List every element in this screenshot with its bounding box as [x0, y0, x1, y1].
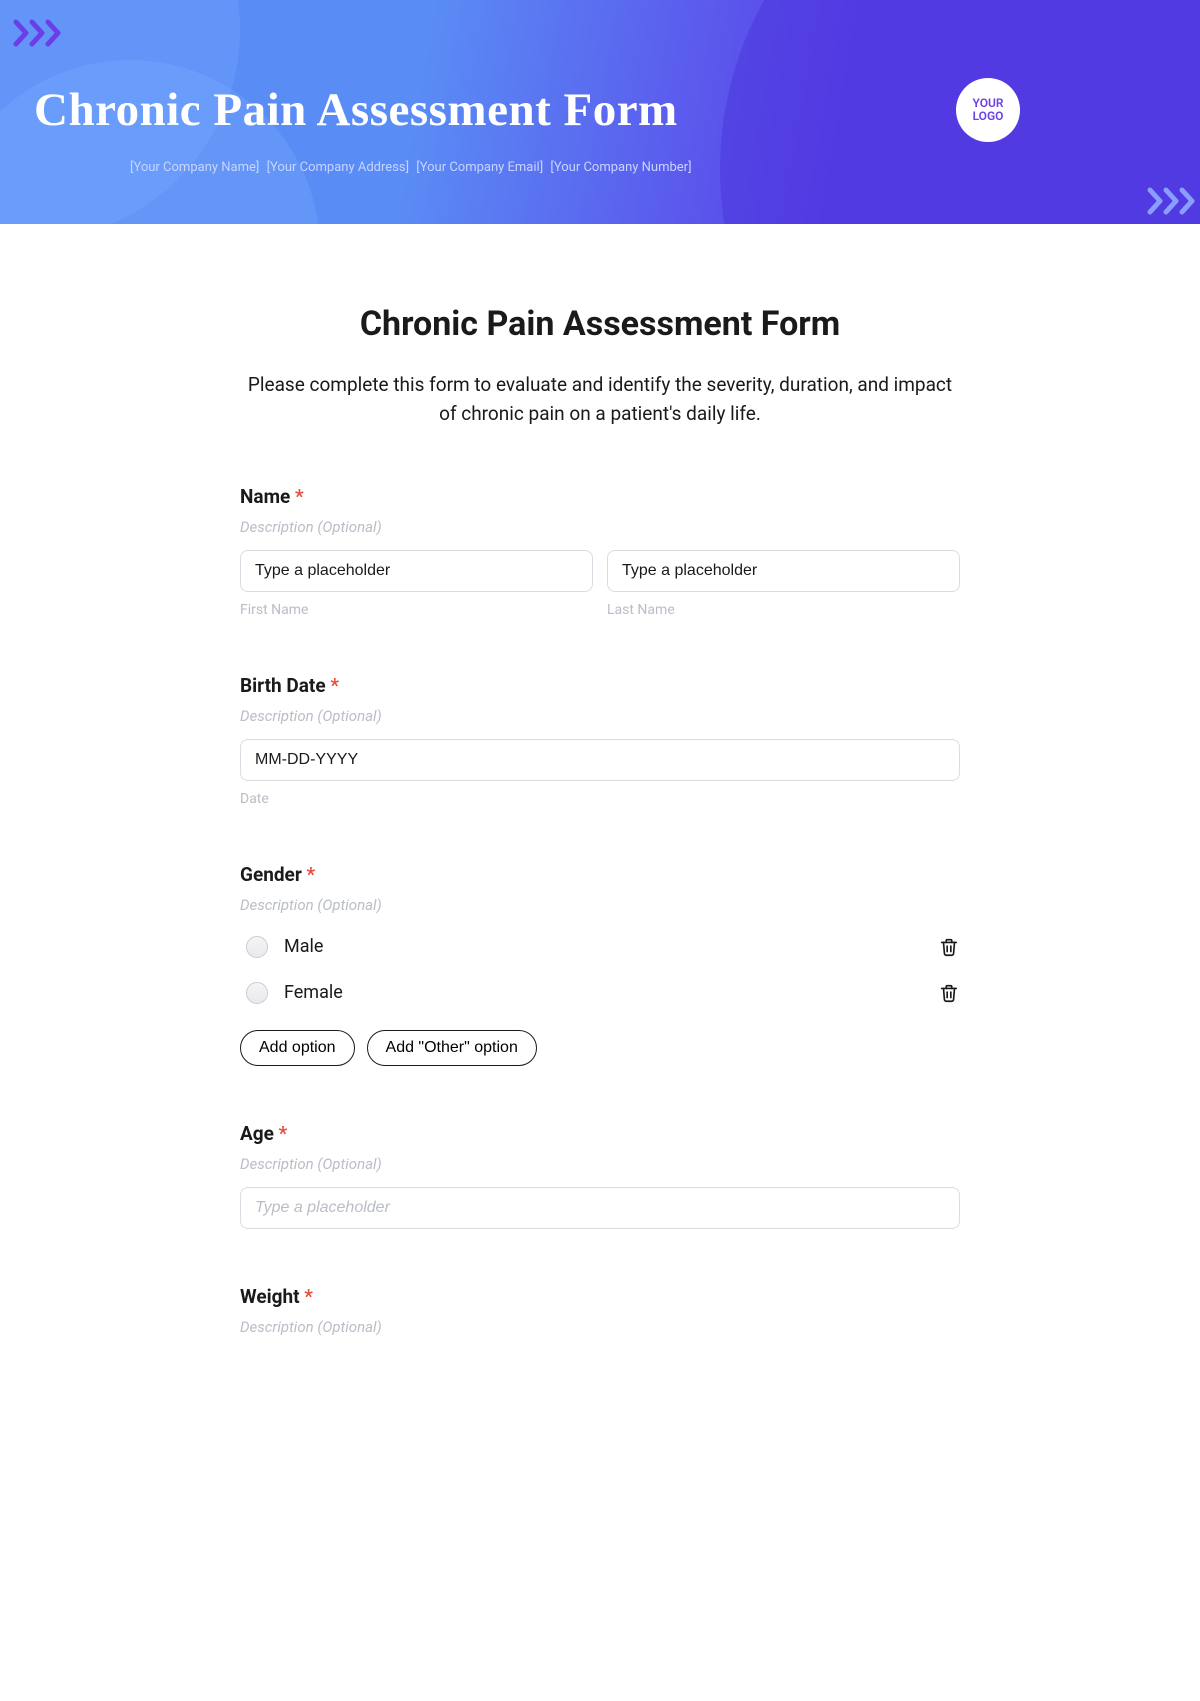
radio-icon[interactable] [246, 982, 268, 1004]
meta-company: [Your Company Name] [130, 160, 259, 175]
field-label: Weight * [240, 1285, 960, 1308]
field-description-hint[interactable]: Description (Optional) [240, 707, 960, 725]
gender-option: Male [240, 928, 960, 974]
meta-address: [Your Company Address] [267, 160, 409, 175]
birthdate-input[interactable] [240, 739, 960, 781]
field-weight: Weight * Description (Optional) [240, 1285, 960, 1336]
first-name-input[interactable] [240, 550, 593, 592]
radio-icon[interactable] [246, 936, 268, 958]
field-gender: Gender * Description (Optional) Male Fem… [240, 863, 960, 1066]
trash-icon[interactable] [938, 936, 960, 958]
age-input[interactable] [240, 1187, 960, 1229]
add-option-button[interactable]: Add option [240, 1030, 355, 1066]
meta-number: [Your Company Number] [550, 160, 691, 175]
birthdate-caption: Date [240, 791, 960, 807]
first-name-caption: First Name [240, 602, 593, 618]
field-description-hint[interactable]: Description (Optional) [240, 518, 960, 536]
option-label[interactable]: Female [284, 982, 343, 1003]
form-description: Please complete this form to evaluate an… [240, 370, 960, 429]
label-text: Birth Date [240, 674, 326, 697]
field-description-hint[interactable]: Description (Optional) [240, 896, 960, 914]
field-label: Age * [240, 1122, 960, 1145]
last-name-input[interactable] [607, 550, 960, 592]
meta-email: [Your Company Email] [416, 160, 543, 175]
field-age: Age * Description (Optional) [240, 1122, 960, 1229]
required-indicator: * [307, 863, 316, 886]
label-text: Age [240, 1122, 274, 1145]
chevron-right-icon [1146, 186, 1200, 216]
label-text: Gender [240, 863, 302, 886]
field-description-hint[interactable]: Description (Optional) [240, 1155, 960, 1173]
field-description-hint[interactable]: Description (Optional) [240, 1318, 960, 1336]
label-text: Weight [240, 1285, 300, 1308]
trash-icon[interactable] [938, 982, 960, 1004]
banner-meta: [Your Company Name] [Your Company Addres… [0, 160, 1200, 175]
banner-title: Chronic Pain Assessment Form [34, 83, 678, 137]
header-banner: Chronic Pain Assessment Form YOUR LOGO [… [0, 0, 1200, 224]
gender-option: Female [240, 974, 960, 1020]
form-container: Chronic Pain Assessment Form Please comp… [240, 304, 960, 1336]
label-text: Name [240, 485, 290, 508]
field-name: Name * Description (Optional) First Name… [240, 485, 960, 618]
field-label: Birth Date * [240, 674, 960, 697]
field-label: Gender * [240, 863, 960, 886]
required-indicator: * [295, 485, 304, 508]
required-indicator: * [279, 1122, 288, 1145]
field-birthdate: Birth Date * Description (Optional) Date [240, 674, 960, 807]
field-label: Name * [240, 485, 960, 508]
add-other-option-button[interactable]: Add "Other" option [367, 1030, 537, 1066]
last-name-caption: Last Name [607, 602, 960, 618]
form-title: Chronic Pain Assessment Form [240, 304, 960, 344]
required-indicator: * [304, 1285, 313, 1308]
logo-placeholder: YOUR LOGO [956, 78, 1020, 142]
option-label[interactable]: Male [284, 936, 323, 957]
required-indicator: * [330, 674, 339, 697]
